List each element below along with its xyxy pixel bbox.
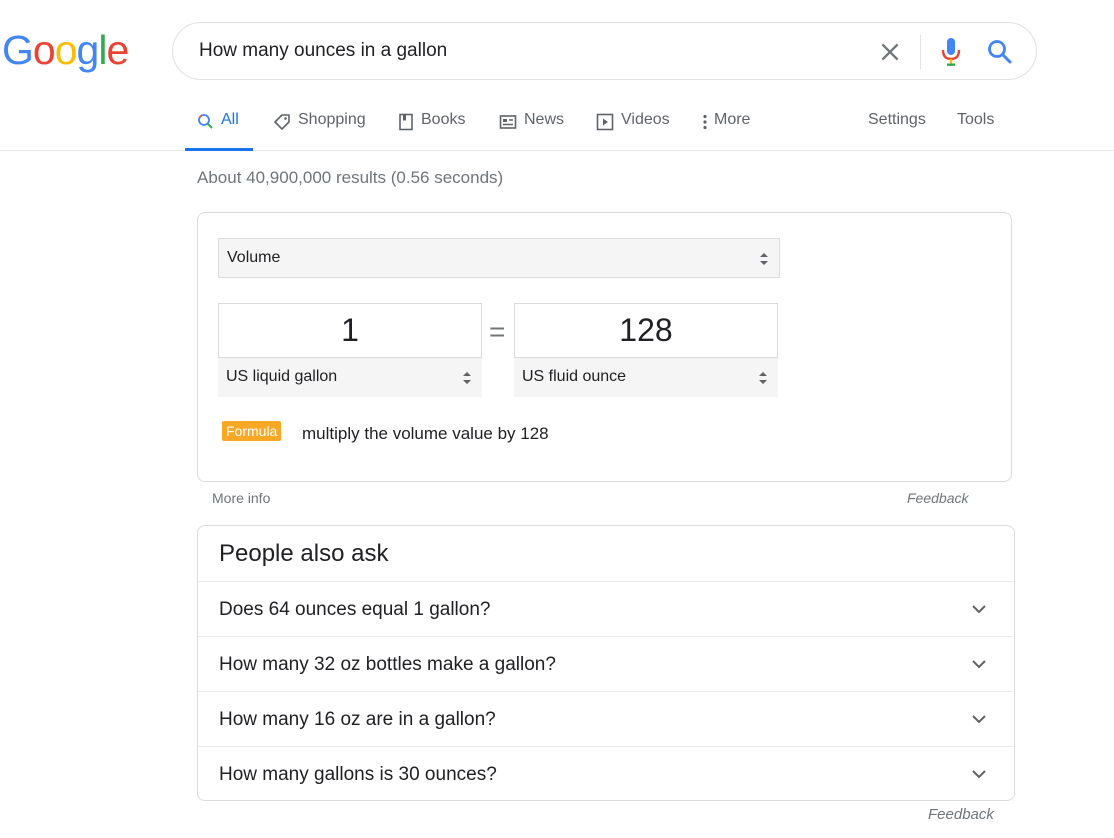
tab-label: All	[221, 111, 239, 128]
formula-badge: Formula	[222, 421, 282, 441]
tab-label: More	[714, 111, 751, 128]
chevron-down-icon	[972, 770, 986, 779]
tab-more[interactable]: More	[700, 111, 750, 151]
logo-letter: l	[98, 27, 107, 73]
to-unit-box: 128 US fluid ounce	[514, 303, 778, 397]
tab-label: Videos	[621, 111, 670, 128]
result-stats: About 40,900,000 results (0.56 seconds)	[197, 168, 504, 187]
to-value-input[interactable]: 128	[515, 312, 777, 349]
category-value: Volume	[227, 249, 281, 266]
logo-letter: o	[54, 27, 78, 73]
search-tabs: All Shopping Books News Videos More Sett…	[0, 100, 1114, 151]
from-unit-box: 1 US liquid gallon	[218, 303, 482, 397]
feedback-link-bottom[interactable]: Feedback	[928, 806, 994, 823]
paa-question-text: How many gallons is 30 ounces?	[219, 764, 497, 785]
chevron-down-icon	[972, 660, 986, 669]
tab-label: Books	[421, 111, 466, 128]
feedback-link[interactable]: Feedback	[907, 490, 968, 506]
play-icon	[596, 113, 614, 131]
more-info-link[interactable]: More info	[212, 490, 270, 506]
tab-label: News	[524, 111, 565, 128]
paa-question-text: How many 32 oz bottles make a gallon?	[219, 654, 556, 675]
unit-converter-card: Volume 1 US liquid gallon = 128 US fluid…	[197, 212, 1012, 482]
paa-question[interactable]: How many 16 oz are in a gallon?	[198, 691, 1014, 746]
tag-icon	[274, 114, 290, 130]
from-unit-value: US liquid gallon	[226, 368, 338, 385]
category-select[interactable]: Volume	[218, 238, 780, 278]
search-input[interactable]: How many ounces in a gallon	[199, 40, 447, 62]
microphone-icon[interactable]	[939, 36, 963, 68]
from-value-input[interactable]: 1	[219, 312, 481, 349]
clear-icon[interactable]	[877, 39, 903, 65]
settings-link[interactable]: Settings	[868, 111, 926, 129]
people-also-ask: People also ask Does 64 ounces equal 1 g…	[197, 525, 1015, 801]
paa-question[interactable]: How many 32 oz bottles make a gallon?	[198, 636, 1014, 691]
paa-question[interactable]: Does 64 ounces equal 1 gallon?	[198, 581, 1014, 636]
chevron-down-icon	[972, 605, 986, 614]
from-unit-select[interactable]: US liquid gallon	[218, 357, 482, 397]
tab-videos[interactable]: Videos	[596, 111, 670, 151]
tab-books[interactable]: Books	[398, 111, 465, 151]
tab-all[interactable]: All	[185, 111, 253, 151]
logo-letter: G	[2, 27, 34, 73]
tab-label: Shopping	[298, 111, 366, 128]
tools-link[interactable]: Tools	[957, 111, 994, 129]
to-unit-value: US fluid ounce	[522, 368, 627, 385]
active-tab-indicator	[185, 148, 253, 151]
logo-letter: o	[32, 27, 56, 73]
formula-text: multiply the volume value by 128	[302, 424, 549, 443]
paa-question[interactable]: How many gallons is 30 ounces?	[198, 746, 1014, 801]
newspaper-icon	[499, 115, 517, 129]
select-arrows-icon	[463, 372, 471, 384]
equals-sign: =	[489, 316, 506, 347]
logo-letter: g	[76, 27, 100, 73]
tab-news[interactable]: News	[499, 111, 564, 151]
search-icon[interactable]	[986, 38, 1014, 66]
search-divider	[920, 35, 921, 69]
search-icon	[198, 114, 213, 129]
paa-title: People also ask	[219, 540, 389, 567]
search-box[interactable]: How many ounces in a gallon	[172, 22, 1037, 80]
tab-shopping[interactable]: Shopping	[273, 111, 366, 151]
paa-question-text: Does 64 ounces equal 1 gallon?	[219, 599, 491, 620]
to-unit-select[interactable]: US fluid ounce	[514, 357, 778, 397]
paa-question-text: How many 16 oz are in a gallon?	[219, 709, 496, 730]
more-vert-icon	[703, 114, 707, 130]
select-arrows-icon	[759, 372, 767, 384]
select-arrows-icon	[760, 253, 768, 265]
book-icon	[399, 113, 413, 131]
logo-letter: e	[106, 27, 129, 73]
chevron-down-icon	[972, 715, 986, 724]
google-logo[interactable]: Google	[2, 27, 129, 73]
